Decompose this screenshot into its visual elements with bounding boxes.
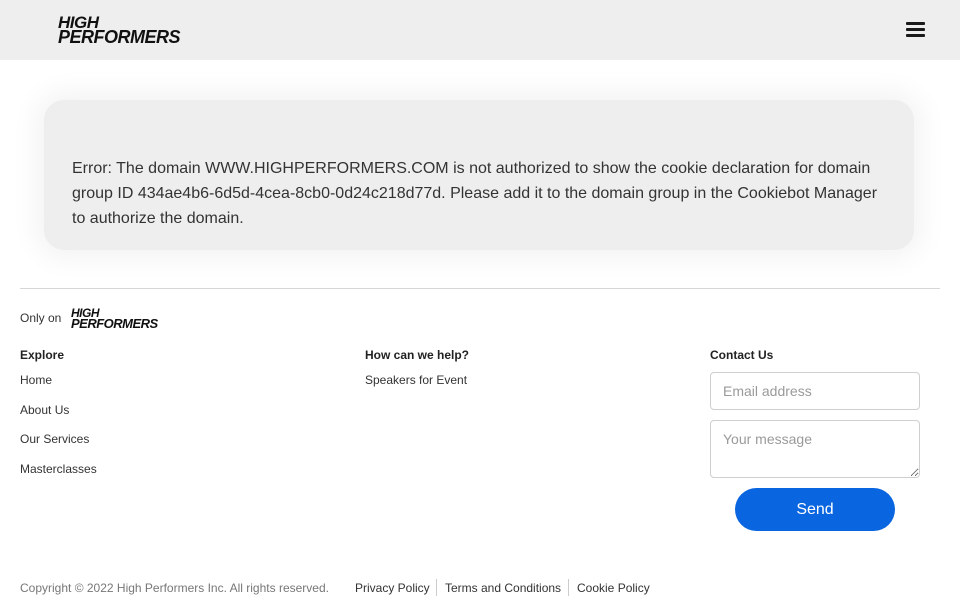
footer-link-home[interactable]: Home xyxy=(20,373,52,387)
explore-title: Explore xyxy=(20,348,65,362)
footer-link-speakers-for-event[interactable]: Speakers for Event xyxy=(365,373,467,387)
legal-separator xyxy=(568,579,569,596)
site-logo[interactable]: HIGH PERFORMERS xyxy=(58,14,181,47)
footer-link-our-services[interactable]: Our Services xyxy=(20,432,89,446)
cookie-error-message: Error: The domain WWW.HIGHPERFORMERS.COM… xyxy=(72,160,878,227)
cookie-policy-link[interactable]: Cookie Policy xyxy=(577,581,650,595)
only-on-label: Only on xyxy=(20,311,62,325)
hamburger-menu-icon[interactable] xyxy=(906,22,925,37)
legal-separator xyxy=(436,579,437,596)
logo-line-2: PERFORMERS xyxy=(58,27,181,47)
cookie-declaration-card: Error: The domain WWW.HIGHPERFORMERS.COM… xyxy=(44,100,914,250)
message-field[interactable] xyxy=(710,420,920,478)
footer-divider xyxy=(20,288,940,289)
site-header: HIGH PERFORMERS xyxy=(0,0,960,60)
terms-and-conditions-link[interactable]: Terms and Conditions xyxy=(445,581,561,595)
footer-logo-line-2: PERFORMERS xyxy=(71,316,158,331)
footer-link-masterclasses[interactable]: Masterclasses xyxy=(20,462,97,476)
email-field[interactable] xyxy=(710,372,920,410)
copyright-text: Copyright © 2022 High Performers Inc. Al… xyxy=(20,581,329,595)
privacy-policy-link[interactable]: Privacy Policy xyxy=(355,581,430,595)
footer-logo[interactable]: HIGH PERFORMERS xyxy=(71,307,158,331)
contact-title: Contact Us xyxy=(710,348,774,362)
help-title: How can we help? xyxy=(365,348,470,362)
footer-link-about-us[interactable]: About Us xyxy=(20,403,69,417)
send-button[interactable]: Send xyxy=(735,488,895,531)
